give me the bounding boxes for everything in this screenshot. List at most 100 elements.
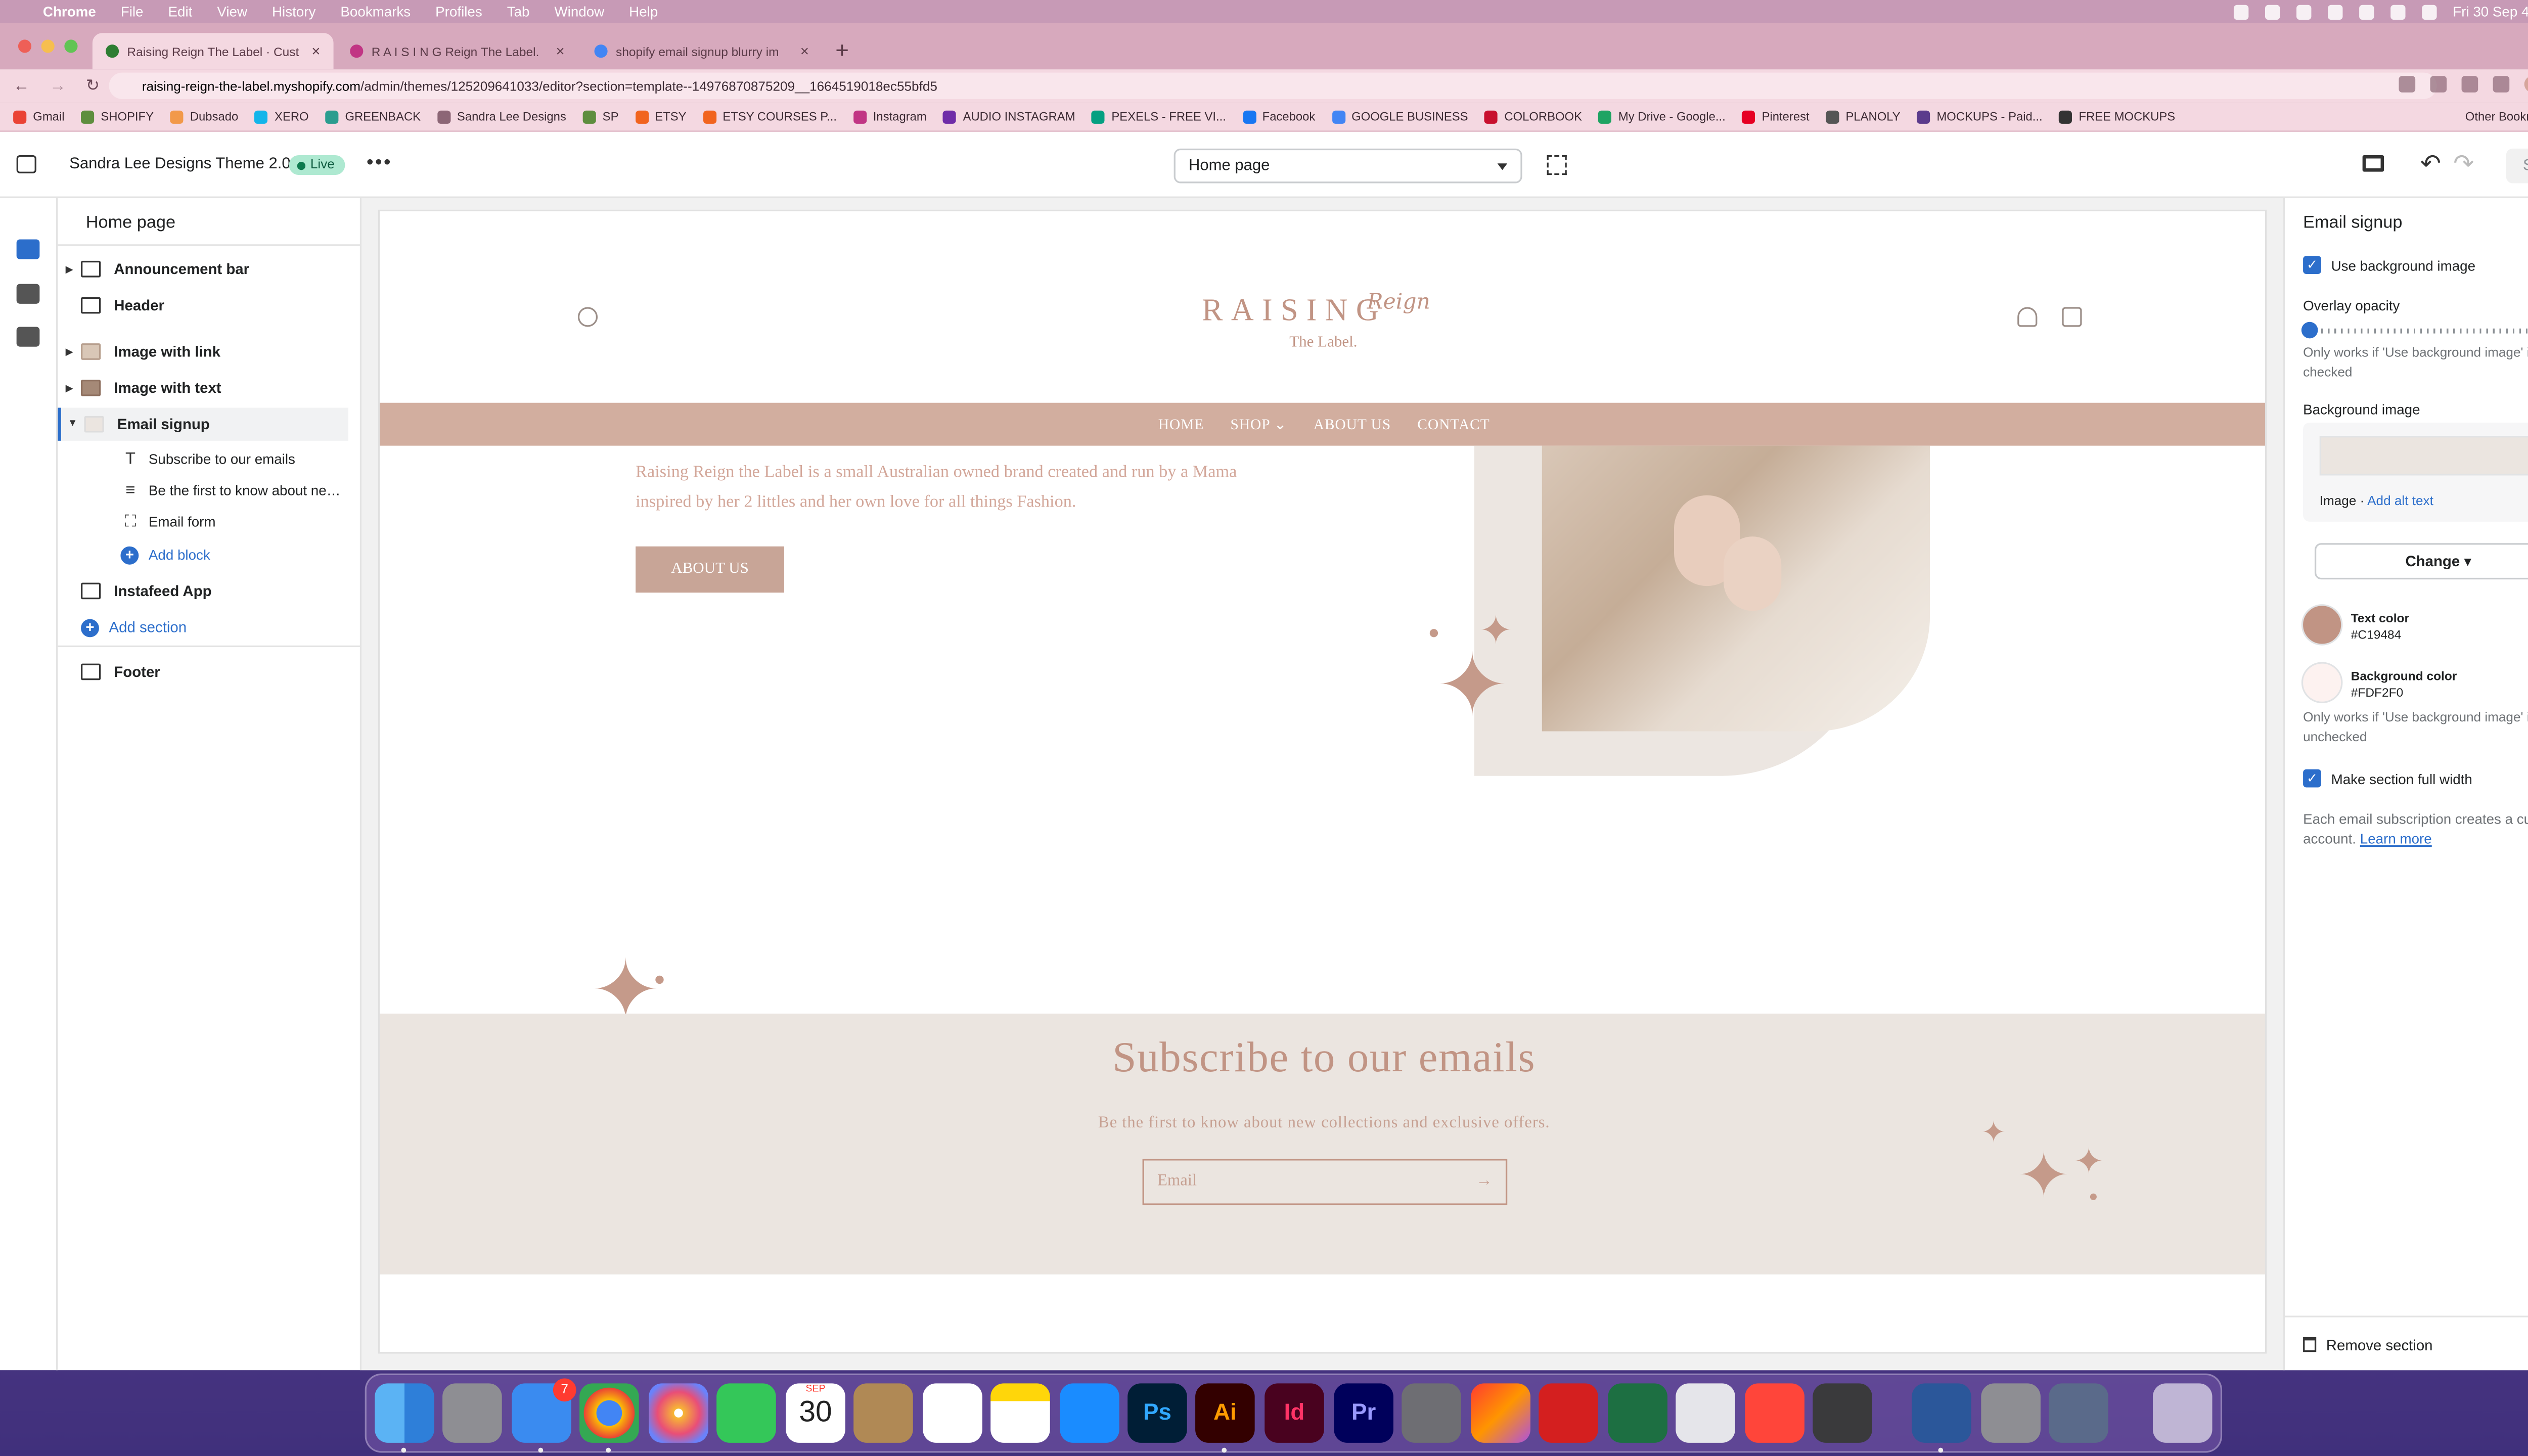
notes-icon[interactable] — [990, 1383, 1050, 1443]
account-icon[interactable] — [2017, 307, 2038, 327]
facetime-icon[interactable] — [716, 1383, 776, 1443]
bookmark-item[interactable]: Facebook — [1242, 109, 1315, 124]
star-icon[interactable] — [2430, 76, 2447, 93]
menu-app-name[interactable]: Chrome — [43, 4, 96, 20]
add-section-button[interactable]: + Add section — [58, 611, 348, 644]
about-us-button[interactable]: ABOUT US — [636, 546, 785, 593]
extensions-icon[interactable] — [2461, 76, 2478, 93]
launchpad-icon[interactable] — [442, 1383, 502, 1443]
share-icon[interactable] — [2399, 76, 2416, 93]
change-image-button[interactable]: Change ▾ — [2314, 543, 2528, 580]
menu-bookmarks[interactable]: Bookmarks — [340, 4, 411, 20]
url-bar[interactable]: raising-reign-the-label.myshopify.com/ad… — [109, 72, 2437, 99]
bookmark-item[interactable]: Dubsado — [170, 109, 238, 124]
control-center-icon[interactable] — [2390, 4, 2405, 19]
cart-icon[interactable] — [2062, 307, 2082, 327]
undo-icon[interactable]: ↶ — [2420, 149, 2441, 178]
bookmark-item[interactable]: Sandra Lee Designs — [437, 109, 566, 124]
nav-about-us[interactable]: ABOUT US — [1314, 416, 1391, 433]
use-bg-image-checkbox[interactable]: ✓ — [2303, 256, 2322, 275]
add-alt-text-link[interactable]: Add alt text — [2367, 493, 2433, 508]
word-icon[interactable] — [1912, 1383, 1971, 1443]
trash-dock-icon[interactable] — [2152, 1383, 2213, 1443]
section-image-with-text[interactable]: ▶ Image with text — [58, 372, 348, 404]
menu-window[interactable]: Window — [554, 4, 604, 20]
overlay-opacity-slider[interactable] — [2308, 328, 2528, 334]
photos-icon[interactable] — [649, 1383, 708, 1443]
remove-section-button[interactable]: Remove section — [2285, 1315, 2528, 1370]
minimize-window-button[interactable] — [41, 39, 55, 53]
section-instafeed[interactable]: Instafeed App — [58, 574, 348, 607]
excel-icon[interactable] — [1608, 1383, 1667, 1443]
inspector-icon[interactable] — [1547, 155, 1567, 175]
acrobat-icon[interactable] — [1539, 1383, 1598, 1443]
save-button[interactable]: Save — [2506, 148, 2528, 184]
close-window-button[interactable] — [18, 39, 32, 53]
back-icon[interactable]: ← — [13, 77, 30, 95]
menu-edit[interactable]: Edit — [168, 4, 192, 20]
menu-tab[interactable]: Tab — [507, 4, 530, 20]
submit-arrow-icon[interactable]: → — [1476, 1161, 1493, 1204]
creative-cloud-icon[interactable] — [2233, 4, 2248, 19]
close-tab-icon[interactable]: × — [800, 43, 809, 60]
expand-icon[interactable]: ▶ — [58, 382, 81, 394]
store-search-icon[interactable] — [577, 307, 598, 327]
bookmark-item[interactable]: PEXELS - FREE VI... — [1092, 109, 1226, 124]
bookmark-item[interactable]: SP — [582, 109, 618, 124]
text-color-swatch[interactable] — [2301, 604, 2343, 646]
desktop-preview-icon[interactable] — [2362, 155, 2384, 172]
slider-handle[interactable] — [2301, 322, 2318, 339]
wifi-icon[interactable] — [2327, 4, 2342, 19]
finder-icon[interactable] — [375, 1383, 434, 1443]
bookmark-item[interactable]: GREENBACK — [325, 109, 421, 124]
learn-more-link[interactable]: Learn more — [2360, 830, 2432, 847]
browser-tab-2[interactable]: R A I S I N G Reign The Label. × — [337, 33, 578, 69]
sections-icon[interactable] — [16, 239, 40, 259]
section-footer[interactable]: Footer — [58, 655, 348, 688]
menu-profiles[interactable]: Profiles — [435, 4, 482, 20]
safari-icon[interactable] — [1745, 1383, 1804, 1443]
browser-tab-3[interactable]: shopify email signup blurry im × — [581, 33, 822, 69]
section-header[interactable]: Header — [58, 289, 348, 322]
bluetooth-icon[interactable] — [2296, 4, 2311, 19]
more-actions-icon[interactable]: ••• — [367, 150, 392, 173]
block-heading[interactable]: T Subscribe to our emails — [120, 444, 351, 474]
store-logo-script[interactable]: Reign — [1367, 291, 1430, 315]
section-email-signup[interactable]: ▼ Email signup — [58, 407, 348, 441]
bookmark-item[interactable]: Gmail — [13, 109, 65, 124]
sidebar-icon[interactable] — [2493, 76, 2510, 93]
system-preferences-icon[interactable] — [1402, 1383, 1461, 1443]
status-icon[interactable] — [2265, 4, 2280, 19]
theme-settings-icon[interactable] — [16, 284, 40, 304]
menubar-clock[interactable]: Fri 30 Sep 4:32 pm — [2453, 4, 2528, 20]
store-logo-main[interactable]: RAISING — [1202, 294, 1387, 330]
reload-icon[interactable]: ↻ — [86, 77, 100, 95]
bookmark-item[interactable]: ETSY COURSES P... — [703, 109, 837, 124]
menu-help[interactable]: Help — [629, 4, 658, 20]
menu-file[interactable]: File — [121, 4, 144, 20]
bookmark-item[interactable]: Pinterest — [1742, 109, 1810, 124]
browser-tab-1[interactable]: Raising Reign The Label · Cust × — [92, 33, 334, 70]
bookmark-item[interactable]: MOCKUPS - Paid... — [1917, 109, 2043, 124]
bookmark-item[interactable]: Instagram — [853, 109, 927, 124]
bookmark-item[interactable]: COLORBOOK — [1484, 109, 1582, 124]
calculator-icon[interactable] — [1813, 1383, 1872, 1443]
forward-icon[interactable]: → — [50, 77, 66, 95]
app-embeds-icon[interactable] — [16, 327, 40, 347]
menu-view[interactable]: View — [217, 4, 247, 20]
bookmark-item[interactable]: ETSY — [635, 109, 687, 124]
redo-icon[interactable]: ↷ — [2453, 149, 2474, 178]
bookmark-item[interactable]: My Drive - Google... — [1598, 109, 1726, 124]
collapse-icon[interactable]: ▼ — [61, 419, 84, 429]
nav-home[interactable]: HOME — [1158, 416, 1204, 433]
bookmark-item[interactable]: GOOGLE BUSINESS — [1331, 109, 1468, 124]
nav-shop[interactable]: SHOP ⌄ — [1231, 415, 1287, 433]
bookmark-item[interactable]: XERO — [254, 109, 309, 124]
store-logo-sub[interactable]: The Label. — [1289, 335, 1357, 352]
bookmark-item[interactable]: FREE MOCKUPS — [2059, 109, 2175, 124]
bookmark-item[interactable]: AUDIO INSTAGRAM — [943, 109, 1075, 124]
profile-avatar[interactable] — [2524, 76, 2528, 93]
block-paragraph[interactable]: ≡ Be the first to know about new collect… — [120, 475, 351, 505]
bg-image-thumbnail[interactable] — [2319, 436, 2528, 476]
chrome-icon[interactable] — [579, 1383, 639, 1443]
